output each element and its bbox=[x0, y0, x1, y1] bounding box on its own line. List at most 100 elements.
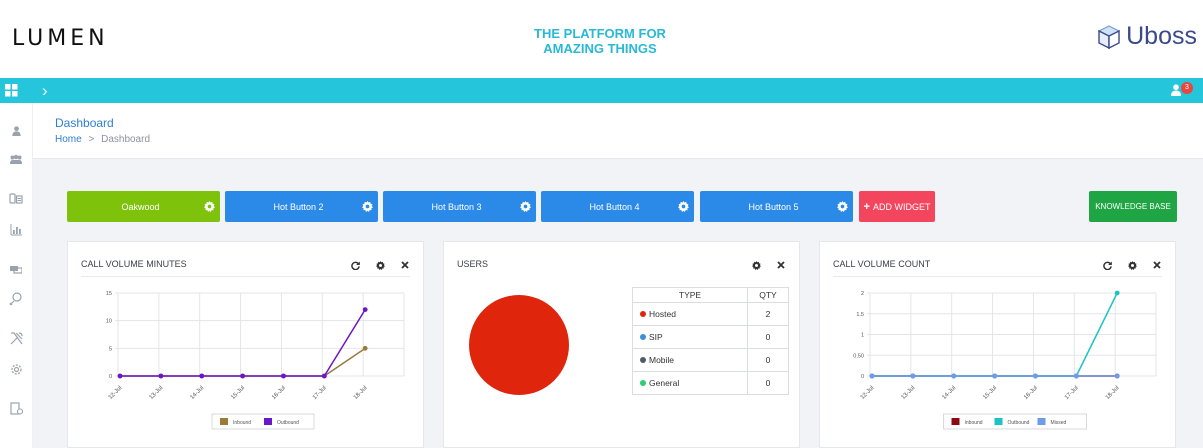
x-tick-label: 13-Jul bbox=[149, 385, 165, 401]
x-tick-label: 16-Jul bbox=[271, 385, 287, 401]
gear-icon[interactable] bbox=[514, 201, 536, 212]
breadcrumb-separator: > bbox=[88, 134, 95, 145]
sidebar-billing-icon[interactable] bbox=[8, 261, 24, 277]
call-volume-minutes-widget: CALL VOLUME MINUTES 0 5 10 15 12-Jul 13-Jul 14… bbox=[67, 241, 424, 448]
gear-icon[interactable] bbox=[672, 201, 694, 212]
y-tick-label: 15 bbox=[106, 291, 112, 297]
user-qty-cell: 0 bbox=[747, 325, 789, 349]
x-tick-label: 17-Jul bbox=[1064, 385, 1080, 401]
hot-button-4[interactable]: Hot Button 4 bbox=[541, 191, 694, 222]
data-point-outbound bbox=[199, 373, 205, 379]
user-icon[interactable] bbox=[1171, 84, 1181, 96]
y-tick-label: 0 bbox=[861, 374, 864, 380]
user-type-cell: Hosted bbox=[632, 302, 748, 326]
column-header-type: TYPE bbox=[632, 287, 748, 303]
user-qty-cell: 2 bbox=[747, 302, 789, 326]
users-table: TYPE QTY Hosted 2 SIP 0 Mobile 0 General… bbox=[632, 287, 789, 395]
x-tick-label: 13-Jul bbox=[901, 385, 917, 401]
user-type-label: Hosted bbox=[649, 309, 676, 319]
x-tick-label: 15-Jul bbox=[982, 385, 998, 401]
x-tick-label: 15-Jul bbox=[230, 385, 246, 401]
gear-icon[interactable] bbox=[752, 261, 761, 270]
table-row: Mobile 0 bbox=[632, 348, 789, 372]
table-row: General 0 bbox=[632, 371, 789, 395]
gear-icon[interactable] bbox=[831, 201, 853, 212]
hot-button-label: Hot Button 2 bbox=[273, 201, 324, 212]
hot-button-2[interactable]: Hot Button 2 bbox=[225, 191, 378, 222]
close-icon[interactable] bbox=[401, 261, 409, 269]
y-tick-label: 5 bbox=[109, 346, 112, 352]
widget-toolbar bbox=[351, 261, 409, 270]
gear-icon[interactable] bbox=[1128, 261, 1137, 270]
sidebar-user-icon[interactable] bbox=[8, 123, 24, 139]
uboss-logo-text: Uboss bbox=[1126, 22, 1197, 50]
users-pie-chart bbox=[469, 295, 569, 395]
data-point-missed bbox=[1073, 373, 1079, 379]
hot-button-label: Hot Button 5 bbox=[748, 201, 799, 212]
data-point-missed bbox=[951, 373, 957, 379]
refresh-icon[interactable] bbox=[351, 261, 360, 270]
tagline-line-2: AMAZING THINGS bbox=[543, 41, 657, 56]
breadcrumb-home-link[interactable]: Home bbox=[55, 134, 82, 145]
user-type-label: General bbox=[649, 378, 680, 388]
hot-button-3[interactable]: Hot Button 3 bbox=[383, 191, 536, 222]
breadcrumb: Home > Dashboard bbox=[55, 134, 150, 145]
legend-label-outbound: Outbound bbox=[277, 420, 299, 426]
legend-swatch-outbound bbox=[264, 418, 272, 425]
close-icon[interactable] bbox=[777, 261, 785, 269]
user-qty-cell: 0 bbox=[747, 348, 789, 372]
data-point-missed bbox=[910, 373, 916, 379]
close-icon[interactable] bbox=[1153, 261, 1161, 269]
hot-button-oakwood[interactable]: Oakwood bbox=[67, 191, 220, 222]
sidebar-users-group-icon[interactable] bbox=[8, 151, 24, 167]
widget-divider bbox=[833, 276, 1162, 277]
series-line-inbound bbox=[120, 347, 366, 377]
sidebar-settings-icon[interactable] bbox=[8, 361, 24, 377]
refresh-icon[interactable] bbox=[1103, 261, 1112, 270]
users-widget: USERS TYPE QTY Hosted 2 SIP 0 Mobile 0 G… bbox=[443, 241, 800, 448]
legend-label-inbound: Inbound bbox=[233, 420, 251, 426]
legend-label-inbound: Inbound bbox=[965, 420, 983, 426]
x-tick-label: 14-Jul bbox=[941, 385, 957, 401]
sidebar-tools-icon[interactable] bbox=[8, 330, 24, 346]
widget-toolbar bbox=[752, 261, 785, 270]
page-title: Dashboard bbox=[55, 116, 114, 130]
series-line-outbound bbox=[120, 309, 366, 377]
lumen-logo: LUMEN bbox=[12, 26, 109, 51]
data-point-outbound bbox=[281, 373, 286, 379]
sidebar-invoice-icon[interactable] bbox=[8, 400, 24, 416]
table-row: Hosted 2 bbox=[632, 302, 789, 326]
gear-icon[interactable] bbox=[376, 261, 385, 270]
hot-button-label: Hot Button 3 bbox=[431, 201, 482, 212]
grid-icon[interactable] bbox=[5, 84, 18, 97]
user-type-cell: Mobile bbox=[632, 348, 748, 372]
sidebar-reports-icon[interactable] bbox=[8, 222, 24, 238]
x-tick-label: 12-Jul bbox=[860, 385, 876, 401]
column-header-qty: QTY bbox=[747, 287, 789, 303]
y-tick-label: 2 bbox=[861, 291, 864, 297]
widget-divider bbox=[81, 276, 410, 277]
add-widget-button[interactable]: + ADD WIDGET bbox=[859, 191, 935, 222]
gear-icon[interactable] bbox=[198, 201, 220, 212]
legend-swatch-inbound bbox=[951, 418, 960, 425]
table-row: SIP 0 bbox=[632, 325, 789, 349]
uboss-logo: Uboss bbox=[1096, 22, 1197, 51]
sidebar-support-icon[interactable] bbox=[8, 291, 24, 307]
knowledge-base-button[interactable]: KNOWLEDGE BASE bbox=[1089, 191, 1177, 222]
brand-bar: LUMEN THE PLATFORM FOR AMAZING THINGS Ub… bbox=[0, 0, 1203, 78]
hot-button-5[interactable]: Hot Button 5 bbox=[700, 191, 853, 222]
data-point-missed bbox=[1114, 373, 1120, 379]
notification-badge[interactable]: 3 bbox=[1181, 82, 1193, 94]
sidebar-devices-icon[interactable] bbox=[8, 191, 24, 207]
table-header-row: TYPE QTY bbox=[632, 287, 789, 303]
data-point-missed bbox=[992, 373, 998, 379]
data-point-inbound bbox=[362, 345, 368, 351]
gear-icon[interactable] bbox=[356, 201, 378, 212]
legend-dot bbox=[640, 334, 646, 340]
legend-dot bbox=[640, 357, 646, 363]
user-qty-cell: 0 bbox=[747, 371, 789, 395]
data-point-outbound bbox=[158, 373, 164, 379]
x-tick-label: 18-Jul bbox=[1105, 385, 1121, 401]
data-point-outbound bbox=[362, 307, 368, 312]
chevron-right-icon[interactable]: › bbox=[42, 82, 48, 99]
